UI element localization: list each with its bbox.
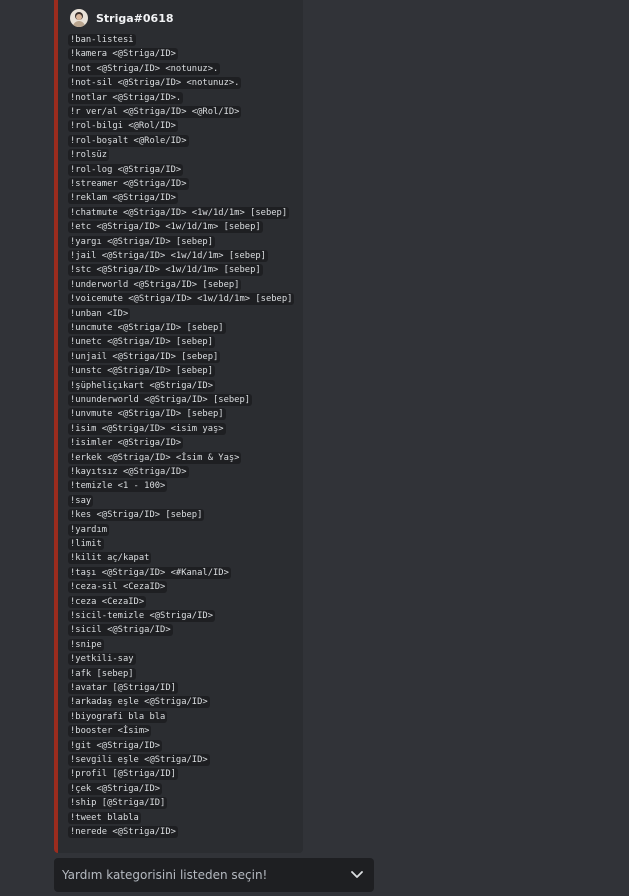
command-item: !arkadaş eşle <@Striga/ID>: [68, 696, 210, 709]
command-item: !kamera <@Striga/ID>: [68, 48, 178, 61]
command-item: !rolsüz: [68, 149, 110, 162]
help-embed: Striga#0618 !ban-listesi !kamera <@Striga…: [54, 0, 303, 853]
command-item: !notlar <@Striga/ID>.: [68, 91, 184, 104]
command-item: !stc <@Striga/ID> <1w/1d/1m> [sebep]: [68, 264, 263, 277]
command-item: !rol-bilgi <@Rol/ID>: [68, 120, 178, 133]
avatar[interactable]: [70, 9, 88, 27]
select-placeholder: Yardım kategorisini listeden seçin!: [62, 868, 268, 882]
command-item: !r ver/al <@Striga/ID> <@Rol/ID>: [68, 106, 242, 118]
command-item: !etc <@Striga/ID> <1w/1d/1m> [sebep]: [68, 221, 263, 234]
command-item: !unetc <@Striga/ID> [sebep]: [68, 336, 215, 349]
command-item: !limit: [68, 538, 104, 550]
command-item: !not-sil <@Striga/ID> <notunuz>.: [68, 77, 242, 90]
command-item: !kilit aç/kapat: [68, 552, 152, 565]
command-item: !ship [@Striga/ID]: [68, 797, 168, 810]
command-item: !uncmute <@Striga/ID> [sebep]: [68, 322, 226, 334]
command-item: !kes <@Striga/ID> [sebep]: [68, 509, 205, 522]
command-item: !profil [@Striga/ID]: [68, 768, 178, 781]
command-item: !unjail <@Striga/ID> [sebep]: [68, 350, 221, 363]
command-item: !yargı <@Striga/ID> [sebep]: [68, 235, 215, 248]
command-item: !ban-listesi: [68, 34, 136, 46]
command-item: !ceza-sil <CezaID>: [68, 581, 168, 594]
command-item: !afk [sebep]: [68, 667, 136, 680]
command-item: !tweet blabla: [68, 811, 141, 824]
command-item: !unvmute <@Striga/ID> [sebep]: [68, 408, 226, 421]
command-item: !unban <ID>: [68, 307, 131, 320]
command-item: !jail <@Striga/ID> <1w/1d/1m> [sebep]: [68, 250, 268, 262]
command-item: !avatar [@Striga/ID]: [68, 682, 178, 694]
command-item: !booster <İsim>: [68, 725, 152, 738]
command-item: !rol-boşalt <@Role/ID>: [68, 134, 189, 147]
avatar-body: [73, 21, 85, 27]
command-item: !underworld <@Striga/ID> [sebep]: [68, 278, 242, 291]
avatar-face: [76, 14, 82, 20]
command-item: !unstc <@Striga/ID> [sebep]: [68, 365, 215, 378]
embed-author: Striga#0618: [70, 9, 174, 27]
command-item: !voicemute <@Striga/ID> <1w/1d/1m> [sebe…: [68, 293, 295, 306]
command-item: !sicil <@Striga/ID>: [68, 624, 173, 637]
command-item: !chatmute <@Striga/ID> <1w/1d/1m> [sebep…: [68, 206, 290, 219]
author-name[interactable]: Striga#0618: [96, 12, 174, 25]
command-item: !sevgili eşle <@Striga/ID>: [68, 754, 210, 766]
command-item: !isimler <@Striga/ID>: [68, 437, 184, 450]
chevron-down-icon: [350, 868, 364, 882]
command-item: !not <@Striga/ID> <notunuz>.: [68, 62, 221, 75]
command-item: !git <@Striga/ID>: [68, 739, 163, 752]
command-item: !nerede <@Striga/ID>: [68, 826, 178, 838]
command-item: !yardım: [68, 523, 110, 536]
command-item: !temizle <1 - 100>: [68, 480, 168, 493]
command-item: !ununderworld <@Striga/ID> [sebep]: [68, 394, 253, 406]
command-item: !snipe: [68, 638, 104, 651]
command-item: !taşı <@Striga/ID> <#Kanal/ID>: [68, 566, 231, 579]
command-item: !reklam <@Striga/ID>: [68, 192, 178, 205]
command-item: !biyografi bla bla: [68, 710, 168, 723]
command-item: !ceza <CezaID>: [68, 595, 147, 608]
category-select[interactable]: Yardım kategorisini listeden seçin!: [54, 858, 374, 892]
command-item: !sicil-temizle <@Striga/ID>: [68, 610, 215, 622]
command-item: !yetkili-say: [68, 653, 136, 666]
command-item: !çek <@Striga/ID>: [68, 782, 163, 795]
command-item: !kayıtsız <@Striga/ID>: [68, 466, 189, 478]
command-item: !rol-log <@Striga/ID>: [68, 163, 184, 176]
command-item: !erkek <@Striga/ID> <İsim & Yaş>: [68, 451, 242, 464]
command-item: !şüpheliçıkart <@Striga/ID>: [68, 379, 215, 392]
command-item: !isim <@Striga/ID> <isim yaş>: [68, 422, 226, 435]
command-item: !say: [68, 494, 94, 507]
command-item: !streamer <@Striga/ID>: [68, 178, 189, 190]
